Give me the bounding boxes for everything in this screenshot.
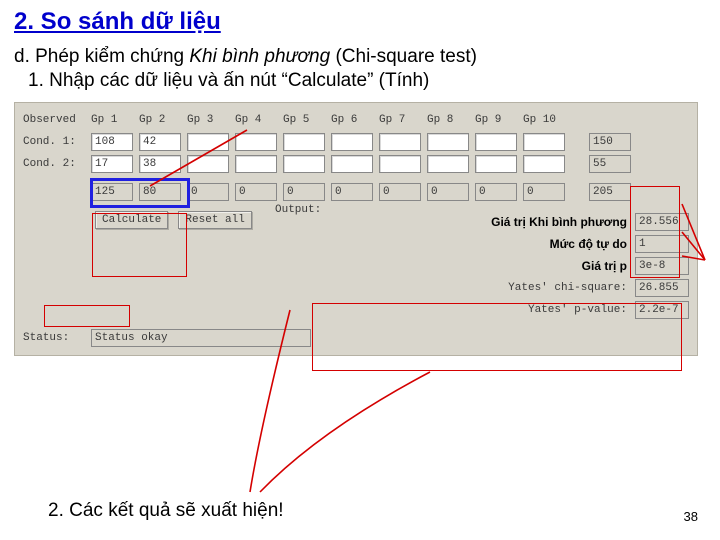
totals-row: 125 80 0 0 0 0 0 0 0 0 205	[23, 181, 689, 203]
cond1-cell[interactable]	[523, 133, 565, 151]
col-total: 0	[187, 183, 229, 201]
chi-label: Giá trị Khi bình phương	[491, 215, 627, 229]
col-header: Gp 4	[235, 114, 277, 126]
grand-total: 205	[589, 183, 631, 201]
cond1-cell[interactable]	[187, 133, 229, 151]
cond1-total: 150	[589, 133, 631, 151]
output-label: Output:	[275, 204, 321, 216]
col-header: Gp 6	[331, 114, 373, 126]
p-row: Giá trị p 3e-8	[23, 255, 689, 277]
cond1-cell[interactable]	[379, 133, 421, 151]
col-total: 0	[475, 183, 517, 201]
line-d-prefix: d. Phép kiểm chứng	[14, 46, 189, 67]
chi-square-panel: Observed Gp 1 Gp 2 Gp 3 Gp 4 Gp 5 Gp 6 G…	[14, 102, 698, 356]
col-total: 0	[523, 183, 565, 201]
line-d-suffix: (Chi-square test)	[330, 46, 477, 67]
col-total: 80	[139, 183, 181, 201]
col-header: Gp 3	[187, 114, 229, 126]
col-total: 0	[235, 183, 277, 201]
col-total: 125	[91, 183, 133, 201]
line-d: d. Phép kiểm chứng Khi bình phương (Chi-…	[14, 46, 706, 68]
cond2-cell[interactable]	[379, 155, 421, 173]
cond1-cell[interactable]	[331, 133, 373, 151]
cond1-row: Cond. 1: 108 42 150	[23, 131, 689, 153]
cond2-cell[interactable]: 38	[139, 155, 181, 173]
cond2-cell[interactable]	[475, 155, 517, 173]
col-header: Gp 8	[427, 114, 469, 126]
status-label: Status:	[23, 332, 85, 344]
cond2-row: Cond. 2: 17 38 55	[23, 153, 689, 175]
cond1-cell[interactable]	[427, 133, 469, 151]
header-row: Observed Gp 1 Gp 2 Gp 3 Gp 4 Gp 5 Gp 6 G…	[23, 109, 689, 131]
yates-p-row: Yates' p-value: 2.2e-7	[23, 299, 689, 321]
col-header: Gp 10	[523, 114, 565, 126]
status-value: Status okay	[91, 329, 311, 347]
col-total: 0	[331, 183, 373, 201]
col-header: Gp 2	[139, 114, 181, 126]
df-value: 1	[635, 235, 689, 253]
status-row: Status: Status okay	[23, 327, 689, 349]
cond1-label: Cond. 1:	[23, 136, 85, 148]
line-d-italic: Khi bình phương	[189, 46, 330, 67]
col-total: 0	[427, 183, 469, 201]
col-header: Gp 1	[91, 114, 133, 126]
yates-chi-value: 26.855	[635, 279, 689, 297]
cond2-cell[interactable]	[235, 155, 277, 173]
page-number: 38	[684, 509, 698, 524]
cond1-cell[interactable]	[475, 133, 517, 151]
cond2-label: Cond. 2:	[23, 158, 85, 170]
df-row: Mức độ tự do 1	[23, 233, 689, 255]
cond2-cell[interactable]	[331, 155, 373, 173]
cond2-cell[interactable]	[427, 155, 469, 173]
cond2-cell[interactable]: 17	[91, 155, 133, 173]
p-value: 3e-8	[635, 257, 689, 275]
line-2: 2. Các kết quả sẽ xuất hiện!	[48, 500, 284, 522]
cond1-cell[interactable]: 108	[91, 133, 133, 151]
yates-chi-label: Yates' chi-square:	[508, 282, 627, 294]
calculate-button[interactable]: Calculate	[95, 211, 168, 229]
col-total: 0	[379, 183, 421, 201]
col-total: 0	[283, 183, 325, 201]
cond2-total: 55	[589, 155, 631, 173]
col-header: Gp 7	[379, 114, 421, 126]
cond2-cell[interactable]	[283, 155, 325, 173]
yates-p-label: Yates' p-value:	[528, 304, 627, 316]
cond1-cell[interactable]: 42	[139, 133, 181, 151]
cond2-cell[interactable]	[523, 155, 565, 173]
df-label: Mức độ tự do	[550, 237, 627, 251]
chi-value: 28.556	[635, 213, 689, 231]
cond1-cell[interactable]	[283, 133, 325, 151]
yates-chi-row: Yates' chi-square: 26.855	[23, 277, 689, 299]
col-header: Gp 5	[283, 114, 325, 126]
observed-label: Observed	[23, 114, 85, 126]
cond2-cell[interactable]	[187, 155, 229, 173]
reset-button[interactable]: Reset all	[178, 211, 251, 229]
line-1: 1. Nhập các dữ liệu và ấn nút “Calculate…	[28, 70, 706, 92]
cond1-cell[interactable]	[235, 133, 277, 151]
col-header: Gp 9	[475, 114, 517, 126]
yates-p-value: 2.2e-7	[635, 301, 689, 319]
p-label: Giá trị p	[582, 259, 627, 273]
slide-title: 2. So sánh dữ liệu	[14, 8, 706, 36]
